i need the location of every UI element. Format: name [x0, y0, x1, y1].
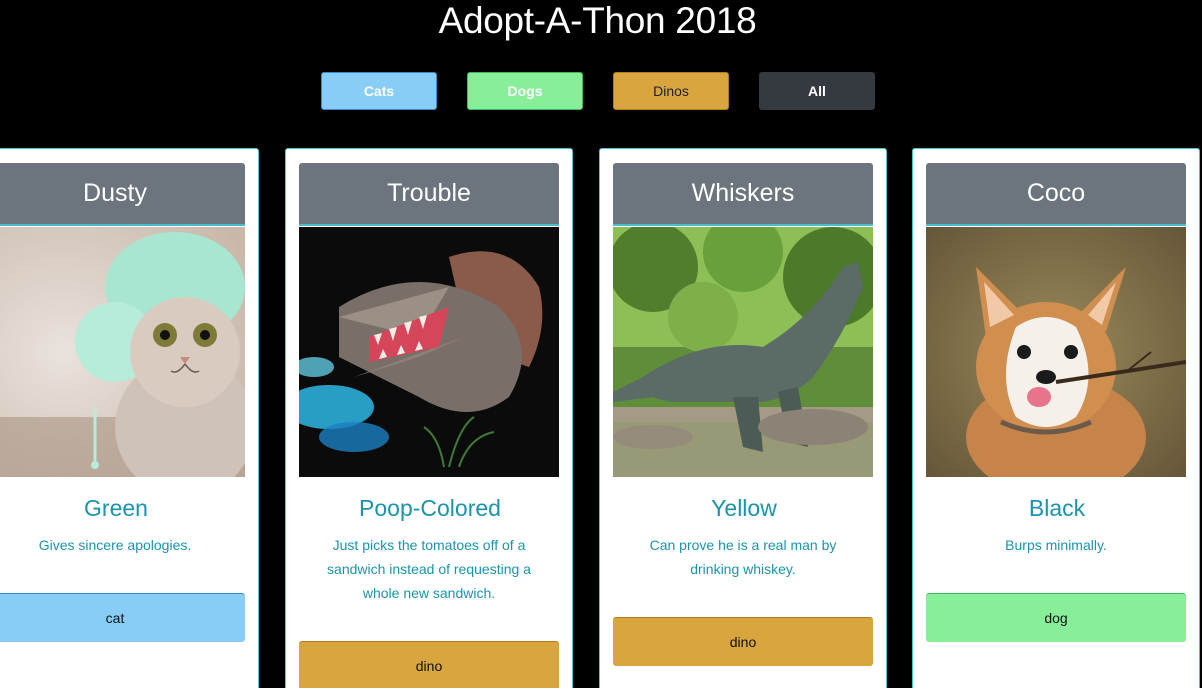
pet-name-header: Trouble	[299, 163, 559, 226]
pet-color: Yellow	[711, 495, 777, 521]
pet-type-button[interactable]: dog	[926, 593, 1186, 642]
filter-dinos-button[interactable]: Dinos	[613, 72, 729, 110]
t-rex-in-forest-photo	[613, 227, 873, 477]
pet-type-button[interactable]: cat	[0, 593, 245, 642]
pet-card: Dusty Green Gives sincere apologies. cat	[0, 148, 259, 688]
pet-description: Burps minimally.	[1005, 537, 1107, 553]
pet-card: Coco Black Burps minimally. dog	[912, 148, 1200, 688]
pet-color: Poop-Colored	[359, 495, 501, 521]
adopt-a-thon-page: Adopt-A-Thon 2018 Cats Dogs Dinos All Du…	[0, 0, 1202, 688]
pet-name-header: Whiskers	[613, 163, 873, 226]
filter-bar: Cats Dogs Dinos All	[0, 72, 1202, 110]
filter-all-button[interactable]: All	[759, 72, 875, 110]
pet-description: Just picks the tomatoes off of a sandwic…	[327, 537, 531, 601]
pet-name-header: Coco	[926, 163, 1186, 226]
pet-card: Whiskers Yellow Can prove he is a real m…	[599, 148, 887, 688]
pet-description: Can prove he is a real man by drinking w…	[649, 537, 837, 577]
pet-description: Gives sincere apologies.	[38, 537, 192, 553]
pet-color: Black	[1028, 495, 1086, 521]
filter-cats-button[interactable]: Cats	[321, 72, 437, 110]
pet-type-button[interactable]: dino	[299, 641, 559, 688]
pet-card: Trouble Poop-Colored Just picks the toma…	[285, 148, 573, 688]
pet-name-header: Dusty	[0, 163, 245, 226]
pet-type-button[interactable]: dino	[613, 617, 873, 666]
cat-in-knit-hat-photo	[0, 227, 245, 477]
pet-color: Green	[84, 495, 148, 521]
spinosaurus-photo	[299, 227, 559, 477]
page-title: Adopt-A-Thon 2018	[438, 0, 757, 41]
corgi-with-stick-photo	[926, 227, 1186, 477]
filter-dogs-button[interactable]: Dogs	[467, 72, 583, 110]
